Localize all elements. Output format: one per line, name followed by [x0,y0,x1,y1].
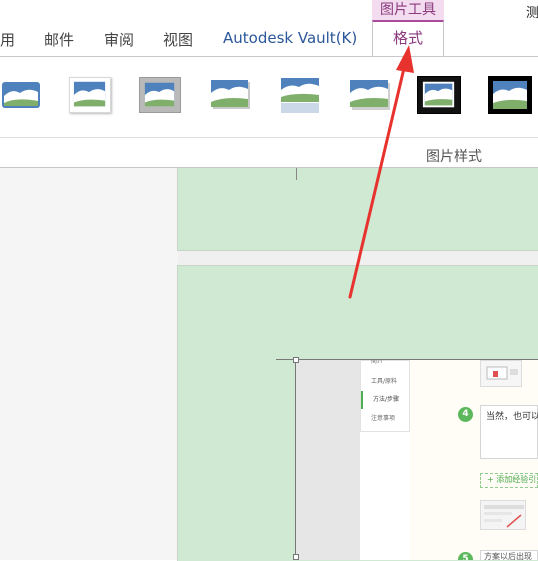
selection-border-left [295,360,296,560]
selection-guide-horizontal [276,359,538,360]
picture-styles-gallery [0,57,538,137]
picture-style-white-frame[interactable] [69,77,111,113]
tab-review[interactable]: 审阅 [104,29,134,50]
tab-format[interactable]: 格式 [372,20,444,57]
picture-style-soft-edge[interactable] [0,79,42,111]
add-experience-text: + 添加经验引 [487,475,537,484]
tab-autodesk-vault[interactable]: Autodesk Vault(K) [223,29,357,47]
picture-style-thick-black-frame[interactable] [417,76,461,114]
landscape-thumbnail-icon [73,81,106,107]
landscape-thumbnail-icon [2,82,40,108]
landscape-thumbnail-icon [493,81,527,109]
screenshot-thumbnail-icon [484,505,524,528]
menu-item-notes: 注意事项 [371,415,396,422]
text-cursor-mark [296,168,297,180]
gallery-separator [0,137,538,138]
landscape-thumbnail-icon [281,78,319,113]
step-5-text: 方案以后出现 [484,552,532,560]
picture-mini-screenshot [480,500,526,530]
landscape-thumbnail-icon [144,82,175,107]
tab-view[interactable]: 视图 [163,29,193,50]
landscape-thumbnail-icon [422,81,455,108]
resize-handle-top-left[interactable] [293,357,299,363]
picture-gray-panel [296,360,360,560]
title-bar-partial-text: 测 [526,6,538,21]
tab-partial-cut[interactable]: 用 [0,29,15,50]
step-4-text: 当然，也可以 [486,412,538,422]
picture-style-black-frame[interactable] [488,76,532,114]
picture-styles-group-label: 图片样式 [426,149,482,165]
document-page-previous[interactable] [177,168,538,251]
picture-style-perspective[interactable] [349,77,391,113]
ribbon-tab-bar: 用 邮件 审阅 视图 Autodesk Vault(K) [0,0,538,57]
landscape-thumbnail-icon [350,80,390,110]
resize-handle-bottom-left[interactable] [293,554,299,560]
picture-style-gray-frame[interactable] [139,77,181,113]
tab-mailings[interactable]: 邮件 [44,29,74,50]
step-5-badge: 5 [458,552,473,560]
inserted-picture[interactable]: 简介 工具/原料 方法/步骤 注意事项 4 当然，也可以 + 添加经验引 5 方… [296,360,538,560]
picture-style-drop-shadow[interactable] [209,77,251,111]
picture-tools-context-header: 图片工具 [372,0,444,20]
menu-item-intro: 简介 [371,360,384,365]
menu-item-steps: 方法/步骤 [361,391,411,409]
landscape-thumbnail-icon [211,80,250,109]
picture-side-menu: 简介 工具/原料 方法/步骤 注意事项 [360,360,410,432]
screenshot-thumbnail-icon [486,366,518,380]
step-4-badge: 4 [458,407,473,422]
document-left-gutter [0,168,178,560]
picture-style-reflection[interactable] [279,75,321,117]
menu-item-tools: 工具/原料 [371,378,398,385]
picture-mini-screenshot-top [480,360,522,387]
